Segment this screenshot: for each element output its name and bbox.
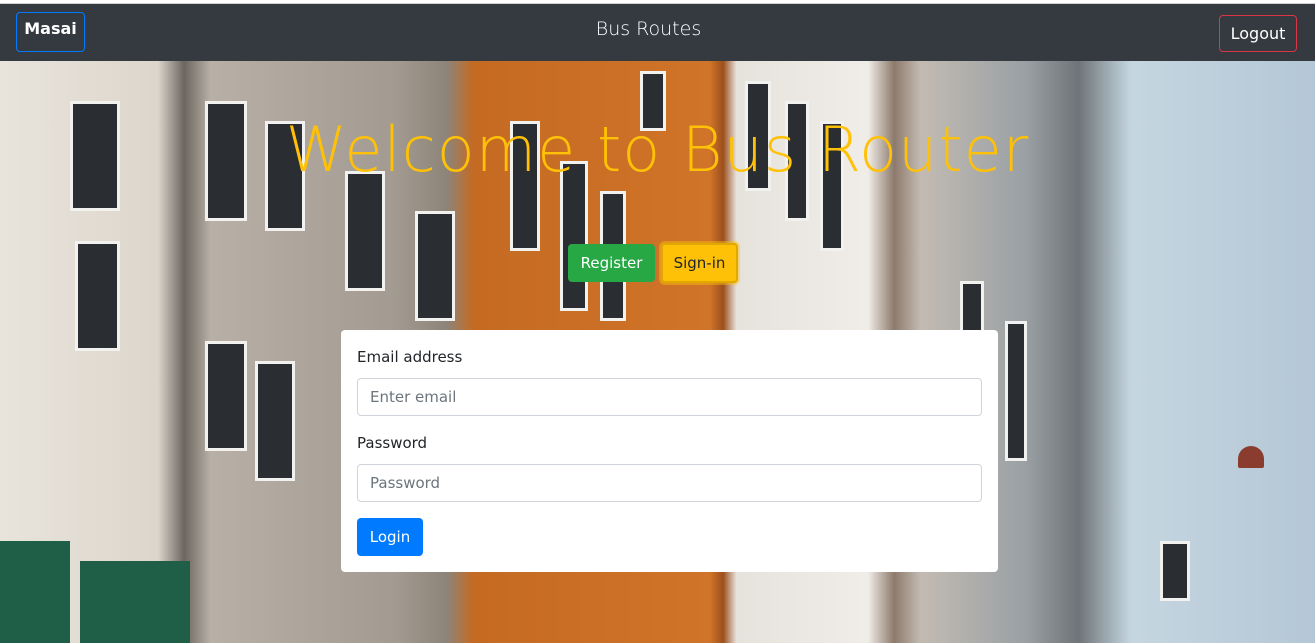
signin-button[interactable]: Sign-in: [661, 243, 738, 283]
login-button[interactable]: Login: [357, 518, 423, 556]
navbar: Masai Bus Routes Logout: [0, 4, 1315, 61]
email-input[interactable]: [357, 378, 982, 416]
logout-button[interactable]: Logout: [1219, 15, 1297, 52]
password-label: Password: [357, 434, 428, 452]
register-button[interactable]: Register: [568, 244, 655, 282]
login-card: Email address Password Login: [341, 330, 998, 572]
email-label: Email address: [357, 348, 463, 366]
hero-title: Welcome to Bus Router: [285, 113, 1030, 186]
password-input[interactable]: [357, 464, 982, 502]
navbar-title: Bus Routes: [595, 18, 702, 40]
